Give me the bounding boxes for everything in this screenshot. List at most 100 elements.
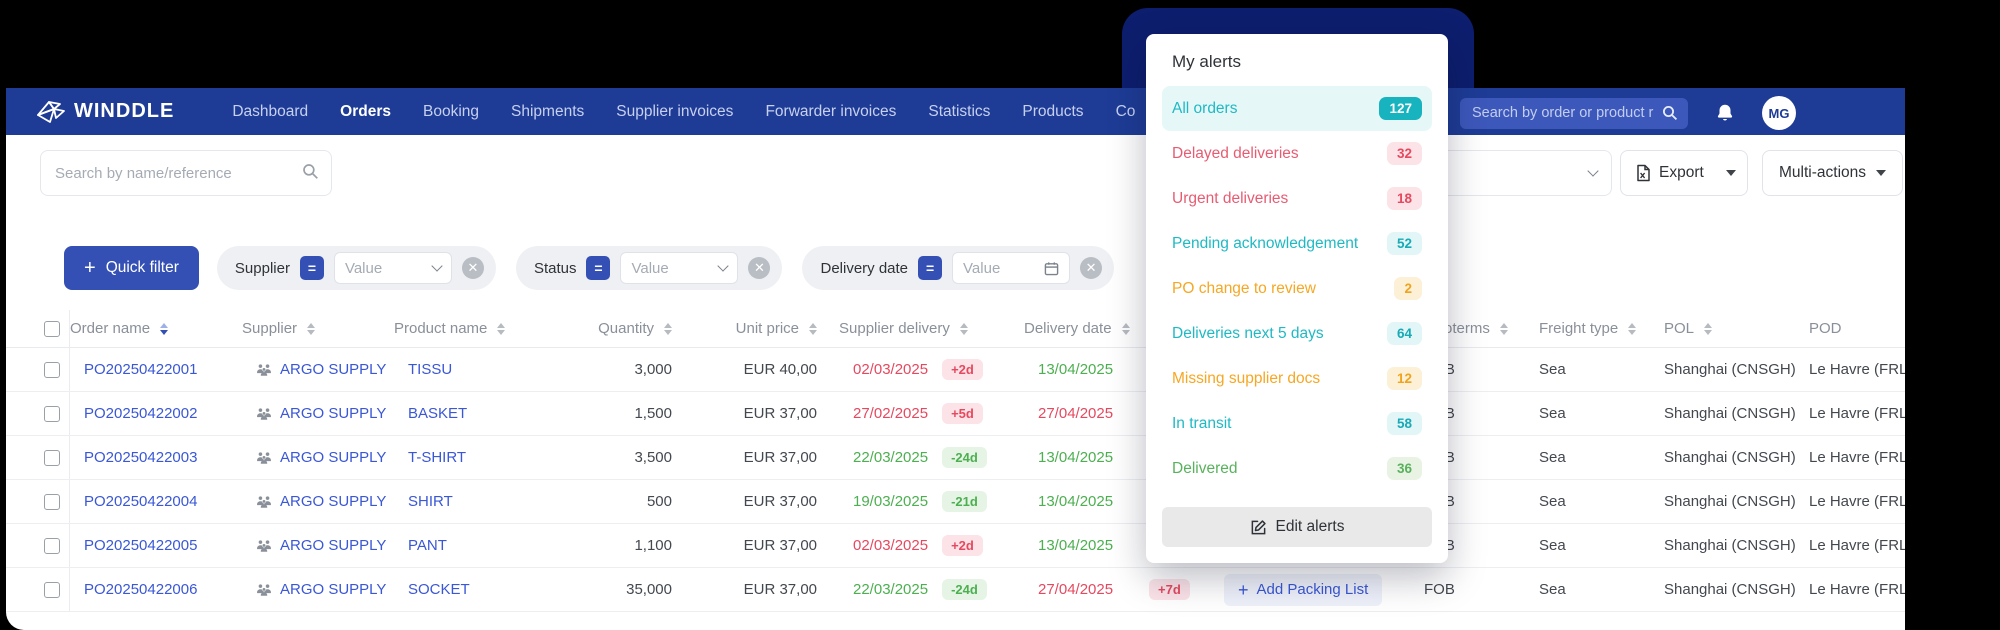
alert-item-pending-acknowledgement[interactable]: Pending acknowledgement52: [1162, 221, 1432, 266]
column-header-freight-type[interactable]: Freight type: [1539, 320, 1664, 337]
filter-operator[interactable]: =: [918, 256, 942, 280]
product-link[interactable]: SHIRT: [408, 493, 453, 510]
column-header-unit-price[interactable]: Unit price: [694, 320, 839, 337]
product-link[interactable]: PANT: [408, 537, 447, 554]
table-row: PO20250422005ARGO SUPPLYPANT1,100EUR 37,…: [6, 524, 1905, 568]
supplier-link[interactable]: ARGO SUPPLY: [280, 405, 386, 422]
row-checkbox[interactable]: [44, 494, 60, 510]
add-packing-list-button[interactable]: +Add Packing List: [1224, 574, 1382, 606]
filter-operator[interactable]: =: [300, 256, 324, 280]
export-file-icon: [1635, 164, 1651, 182]
alert-item-urgent-deliveries[interactable]: Urgent deliveries18: [1162, 176, 1432, 221]
nav-item-supplier-invoices[interactable]: Supplier invoices: [616, 103, 733, 121]
delay-badge: +5d: [942, 403, 983, 424]
alert-item-po-change-to-review[interactable]: PO change to review2: [1162, 266, 1432, 311]
product-link[interactable]: SOCKET: [408, 581, 470, 598]
sort-icon[interactable]: [160, 323, 168, 335]
nav-item-statistics[interactable]: Statistics: [928, 103, 990, 121]
column-header-product-name[interactable]: Product name: [394, 320, 544, 337]
nav-item-orders[interactable]: Orders: [340, 103, 391, 121]
filter-value-select[interactable]: Value: [334, 252, 452, 284]
alert-item-delayed-deliveries[interactable]: Delayed deliveries32: [1162, 131, 1432, 176]
row-checkbox[interactable]: [44, 582, 60, 598]
column-label: Product name: [394, 320, 487, 337]
multi-actions-label: Multi-actions: [1779, 164, 1866, 182]
column-header-quantity[interactable]: Quantity: [544, 320, 694, 337]
sort-icon[interactable]: [307, 323, 315, 335]
export-button[interactable]: Export: [1621, 151, 1714, 195]
alerts-title: My alerts: [1162, 52, 1432, 86]
supplier-link[interactable]: ARGO SUPPLY: [280, 581, 386, 598]
column-header-supplier-delivery[interactable]: Supplier delivery: [839, 320, 1024, 337]
export-label: Export: [1659, 164, 1704, 182]
filter-chip-label: Supplier: [235, 260, 290, 277]
column-header-supplier[interactable]: Supplier: [242, 320, 394, 337]
alert-item-delivered[interactable]: Delivered36: [1162, 446, 1432, 491]
brand-logo[interactable]: WINDDLE: [36, 99, 174, 125]
sort-icon[interactable]: [1628, 323, 1636, 335]
edit-alerts-button[interactable]: Edit alerts: [1162, 507, 1432, 547]
order-link[interactable]: PO20250422003: [84, 449, 197, 466]
quick-filter-button[interactable]: + Quick filter: [64, 246, 199, 290]
sort-icon[interactable]: [1500, 323, 1508, 335]
nav-search-icon[interactable]: [1662, 105, 1678, 121]
remove-filter-icon[interactable]: ✕: [462, 257, 484, 279]
alert-item-in-transit[interactable]: In transit58: [1162, 401, 1432, 446]
remove-filter-icon[interactable]: ✕: [748, 257, 770, 279]
multi-actions-button[interactable]: Multi-actions: [1762, 150, 1903, 196]
alert-item-all-orders[interactable]: All orders127: [1162, 86, 1432, 131]
sort-icon[interactable]: [497, 323, 505, 335]
nav-item-forwarder-invoices[interactable]: Forwarder invoices: [765, 103, 896, 121]
notifications-bell-icon[interactable]: [1714, 102, 1736, 124]
order-link[interactable]: PO20250422001: [84, 361, 197, 378]
product-link[interactable]: TISSU: [408, 361, 452, 378]
row-checkbox[interactable]: [44, 362, 60, 378]
select-all-checkbox[interactable]: [44, 321, 60, 337]
column-header-delivery-date[interactable]: Delivery date: [1024, 320, 1139, 337]
nav-item-dashboard[interactable]: Dashboard: [232, 103, 308, 121]
order-link[interactable]: PO20250422002: [84, 405, 197, 422]
filter-value-select[interactable]: Value: [620, 252, 738, 284]
order-search-icon[interactable]: [302, 163, 319, 180]
sort-icon[interactable]: [809, 323, 817, 335]
column-header-order-name[interactable]: Order name: [70, 320, 242, 337]
row-checkbox[interactable]: [44, 450, 60, 466]
sort-icon[interactable]: [1122, 323, 1130, 335]
nav-item-co[interactable]: Co: [1116, 103, 1136, 121]
column-header-pod[interactable]: POD: [1809, 320, 1905, 337]
nav-item-products[interactable]: Products: [1022, 103, 1083, 121]
supplier-link[interactable]: ARGO SUPPLY: [280, 361, 386, 378]
row-checkbox[interactable]: [44, 406, 60, 422]
order-link[interactable]: PO20250422005: [84, 537, 197, 554]
product-link[interactable]: BASKET: [408, 405, 467, 422]
sort-icon[interactable]: [960, 323, 968, 335]
sort-icon[interactable]: [1704, 323, 1712, 335]
supplier-link[interactable]: ARGO SUPPLY: [280, 537, 386, 554]
order-link[interactable]: PO20250422006: [84, 581, 197, 598]
order-search-input[interactable]: [40, 150, 332, 196]
alert-item-missing-supplier-docs[interactable]: Missing supplier docs12: [1162, 356, 1432, 401]
brand-name: WINDDLE: [74, 100, 174, 123]
alert-item-deliveries-next-5-days[interactable]: Deliveries next 5 days64: [1162, 311, 1432, 356]
unit-price-value: EUR 37,00: [694, 537, 839, 554]
export-dropdown-button[interactable]: [1714, 151, 1748, 195]
column-header-pol[interactable]: POL: [1664, 320, 1809, 337]
nav-item-booking[interactable]: Booking: [423, 103, 479, 121]
pol-value: Shanghai (CNSGH): [1664, 449, 1809, 466]
supplier-link[interactable]: ARGO SUPPLY: [280, 449, 386, 466]
alert-count-badge: 12: [1387, 367, 1422, 390]
supplier-link[interactable]: ARGO SUPPLY: [280, 493, 386, 510]
remove-filter-icon[interactable]: ✕: [1080, 257, 1102, 279]
order-link[interactable]: PO20250422004: [84, 493, 197, 510]
product-link[interactable]: T-SHIRT: [408, 449, 466, 466]
alert-count-badge: 52: [1387, 232, 1422, 255]
alert-count-badge: 2: [1394, 277, 1422, 300]
sort-icon[interactable]: [664, 323, 672, 335]
user-avatar[interactable]: MG: [1762, 96, 1796, 130]
nav-right-group: MG: [1460, 96, 1796, 130]
filter-operator[interactable]: =: [586, 256, 610, 280]
global-search-input[interactable]: [1460, 98, 1688, 129]
nav-item-shipments[interactable]: Shipments: [511, 103, 584, 121]
filter-value-date[interactable]: Value: [952, 252, 1070, 284]
row-checkbox[interactable]: [44, 538, 60, 554]
